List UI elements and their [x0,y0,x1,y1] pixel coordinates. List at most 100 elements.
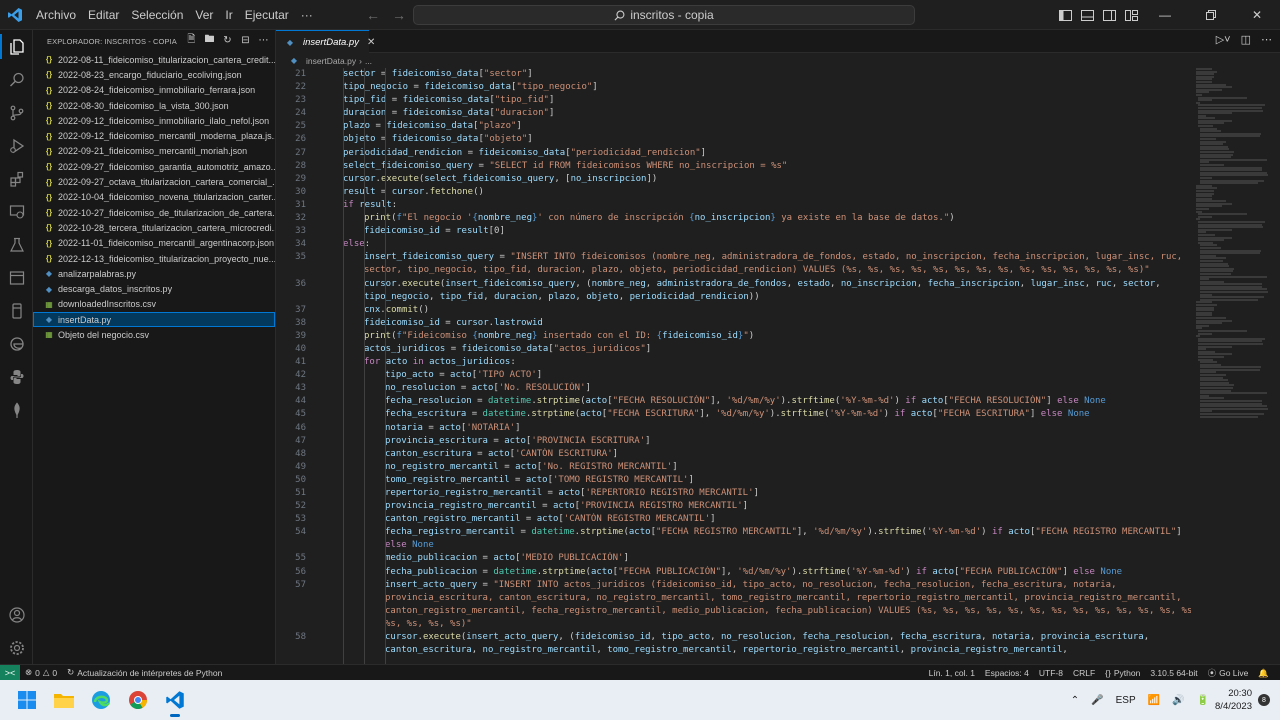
menu-ir[interactable]: Ir [219,0,238,30]
chevron-up-icon[interactable]: ⌃ [1065,695,1085,706]
maximize-button[interactable] [1188,0,1234,30]
menu-more[interactable]: ··· [295,0,319,30]
vscode-taskbar-icon[interactable] [157,682,193,718]
close-tab-icon[interactable]: ✕ [367,37,375,48]
close-button[interactable]: ✕ [1234,0,1280,30]
toggle-secondary-sidebar-icon[interactable] [1098,0,1120,30]
input-language[interactable]: ESP [1110,695,1142,706]
file-item[interactable]: {} 2022-08-30_fideicomiso_la_vista_300.js… [33,98,275,113]
refresh-icon[interactable]: ↻ [220,33,235,48]
toggle-panel-icon[interactable] [1076,0,1098,30]
code-text: else: [306,238,370,251]
clock[interactable]: 20:30 8/4/2023 [1215,687,1258,713]
remote-explorer-icon[interactable] [0,195,33,228]
indentation[interactable]: Espacios: 4 [980,668,1034,678]
file-item[interactable]: {} 2022-11-01_fideicomiso_mercantil_argen… [33,236,275,251]
file-item[interactable]: {} 2022-10-27_fideicomiso_de_titularizaci… [33,205,275,220]
code-token: ). [769,409,781,420]
wifi-icon[interactable]: 📶 [1142,695,1166,706]
file-item[interactable]: {} 2022-08-24_fideicomiso_inmobiliario_fe… [33,83,275,98]
file-item[interactable]: ▦ downloadedInscritos.csv [33,297,275,312]
file-item[interactable]: {} 2022-09-27_octava_titularizacion_carte… [33,174,275,189]
settings-gear-icon[interactable] [0,631,33,664]
code-token: ] [1046,396,1058,407]
code-token: ]) [646,173,658,184]
go-live-button[interactable]: ⦿ Go Live [1203,667,1254,679]
account-icon[interactable] [0,598,33,631]
file-item[interactable]: {} 2022-09-12_fideicomiso_mercantil_moder… [33,128,275,143]
split-editor-icon[interactable]: ◫ [1241,33,1251,46]
testing-flask-icon[interactable] [0,228,33,261]
search-icon[interactable] [0,63,33,96]
customize-layout-icon[interactable] [1120,0,1142,30]
source-control-icon[interactable] [0,96,33,129]
menu-ejecutar[interactable]: Ejecutar [239,0,295,30]
menu-editar[interactable]: Editar [82,0,125,30]
minimize-button[interactable]: — [1142,0,1188,30]
encoding[interactable]: UTF-8 [1034,668,1068,678]
vertical-scrollbar[interactable] [1270,68,1280,664]
file-item[interactable]: ◆ insertData.py [33,312,275,328]
python-version[interactable]: 3.10.5 64-bit [1145,668,1202,678]
battery-icon[interactable]: 🔋 [1191,695,1215,706]
code-editor[interactable]: 21 sector = fideicomiso_data["sector"] 22 t… [276,68,1191,664]
windows-start-icon[interactable] [9,682,45,718]
code-token: cursor [343,173,376,184]
language-label: Python [1113,668,1141,678]
file-item[interactable]: {} 2022-09-27_fideicomiso_garantia_automo… [33,159,275,174]
remote-indicator-icon[interactable]: >< [0,664,20,681]
file-name: descarga_datos_inscritos.py [58,284,173,295]
python-icon[interactable] [0,360,33,393]
file-item[interactable]: ▦ Objeto del negocio.csv [33,327,275,342]
editor-more-icon[interactable]: ⋯ [1261,33,1272,46]
toggle-sidebar-icon[interactable] [1054,0,1076,30]
run-python-file-icon[interactable]: ▷˅ [1216,33,1231,46]
menu-archivo[interactable]: Archivo [30,0,82,30]
file-item[interactable]: {} 2022-12-13_fideicomiso_titularizacion_… [33,251,275,266]
end-of-line[interactable]: CRLF [1068,668,1100,678]
edge-tools-icon[interactable] [0,327,33,360]
more-actions-icon[interactable]: ⋯ [256,33,271,48]
volume-icon[interactable]: 🔊 [1166,695,1190,706]
line-number: 34 [295,239,306,250]
notification-badge[interactable]: 8 [1258,694,1270,706]
file-item[interactable]: {} 2022-08-11_fideicomiso_titularizacion_… [33,52,275,67]
menu-seleccion[interactable]: Selección [125,0,189,30]
tab-insertdata[interactable]: ◆ insertData.py ✕ [276,30,375,53]
edge-browser-icon[interactable] [83,682,119,718]
extensions-icon[interactable] [0,162,33,195]
language-mode[interactable]: {} Python [1100,668,1145,678]
file-item[interactable]: {} 2022-09-21_fideicomiso_mercantil_moria… [33,144,275,159]
notifications-bell-icon[interactable]: 🔔 [1253,668,1274,679]
chrome-browser-icon[interactable] [120,682,156,718]
minimap[interactable] [1194,68,1270,664]
file-item[interactable]: {} 2022-10-04_fideicomiso_novena_titulari… [33,190,275,205]
database-icon[interactable] [0,294,33,327]
forward-arrow-icon[interactable]: → [392,7,406,23]
file-item[interactable]: ◆ analizarpalabras.py [33,266,275,281]
code-token: acto [525,474,548,485]
breadcrumb-file[interactable]: insertData.py [306,56,356,66]
file-explorer-icon[interactable] [46,682,82,718]
interpreter-status[interactable]: ↻ Actualización de intérpretes de Python [62,667,227,678]
mongodb-leaf-icon[interactable] [0,393,33,426]
new-folder-icon[interactable]: 🖿 [202,33,217,48]
microphone-icon[interactable]: 🎤 [1085,695,1109,706]
run-debug-icon[interactable] [0,129,33,162]
command-center-search[interactable]: inscritos - copia [413,5,915,25]
code-token: ) [894,396,906,407]
code-token: tipo_negocio [364,291,430,302]
collapse-all-icon[interactable]: ⊟ [238,33,253,48]
cursor-position[interactable]: Lín. 1, col. 1 [924,668,980,678]
file-item[interactable]: ◆ descarga_datos_inscritos.py [33,281,275,296]
back-arrow-icon[interactable]: ← [366,7,380,23]
problems-indicator[interactable]: ⊗ 0 △ 0 [20,667,62,678]
explorer-icon[interactable] [0,30,33,63]
panels-icon[interactable] [0,261,33,294]
file-item[interactable]: {} 2022-09-12_fideicomiso_inmobiliario_il… [33,113,275,128]
menu-ver[interactable]: Ver [189,0,219,30]
file-item[interactable]: {} 2022-10-28_tercera_titularizacion_cart… [33,220,275,235]
breadcrumb-symbol[interactable]: ... [365,56,372,66]
file-item[interactable]: {} 2022-08-23_encargo_fiduciario_ecolivin… [33,67,275,82]
new-file-icon[interactable]: 🗎 [184,33,199,48]
